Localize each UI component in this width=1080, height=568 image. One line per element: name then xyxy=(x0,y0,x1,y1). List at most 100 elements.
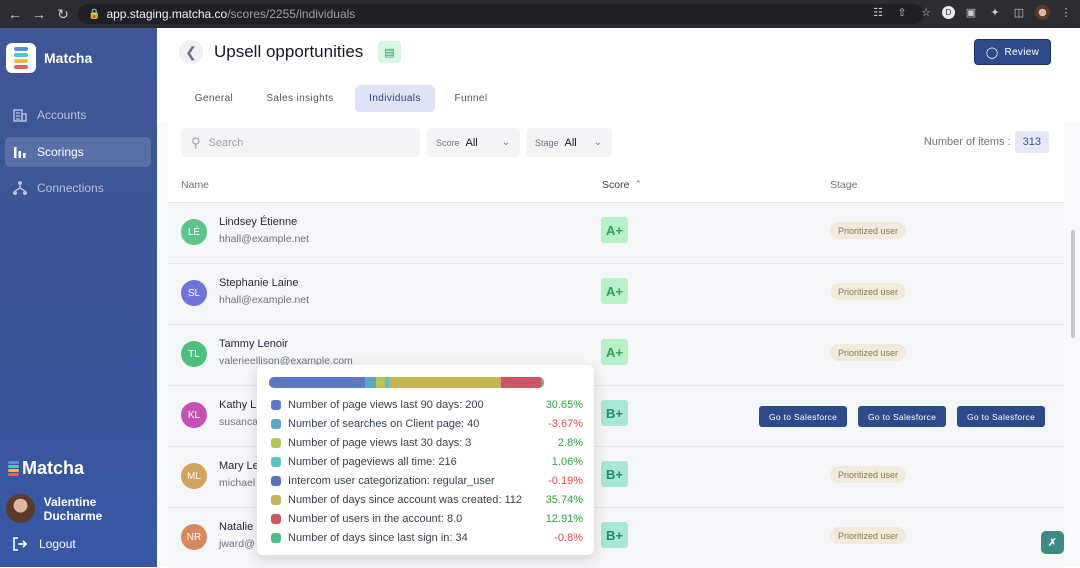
star-icon[interactable]: ☆ xyxy=(918,4,934,20)
page-title: Upsell opportunities xyxy=(214,42,364,61)
items-count-value: 313 xyxy=(1014,131,1049,153)
legend-swatch xyxy=(271,494,281,505)
feature-percentage: 2.8% xyxy=(557,436,583,449)
puzzle-icon[interactable]: ✦ xyxy=(987,4,1003,20)
avatar: ML xyxy=(181,463,207,489)
feature-contribution-item: Intercom user categorization: regular_us… xyxy=(271,471,583,490)
lock-icon: 🔒 xyxy=(88,8,101,20)
document-icon[interactable]: ▤ xyxy=(378,41,401,63)
bar-segment xyxy=(389,377,502,388)
scrollbar[interactable] xyxy=(1071,230,1075,338)
brand-logo: Matcha xyxy=(8,458,84,479)
tab-sales-insights[interactable]: Sales insights xyxy=(258,85,342,112)
translate-icon[interactable]: ☷ xyxy=(870,4,886,20)
camera-icon[interactable]: ▣ xyxy=(963,4,979,20)
menu-icon[interactable]: ⋮ xyxy=(1058,4,1074,20)
legend-swatch xyxy=(271,456,281,467)
table-row[interactable]: SL Stephanie Laine hhall@example.net A+ Prio… xyxy=(168,263,1064,324)
feature-percentage: -0.8% xyxy=(554,531,583,544)
legend-swatch xyxy=(271,513,281,524)
items-count-label: Number of items : xyxy=(923,136,1011,148)
avatar: NR xyxy=(181,524,207,550)
column-header-score[interactable]: Score ⌃ xyxy=(602,179,642,191)
sidebar-item-connections[interactable]: Connections xyxy=(5,173,151,203)
bar-chart-icon xyxy=(14,147,26,158)
legend-swatch xyxy=(271,532,281,543)
person-email: michael xyxy=(219,477,256,489)
legend-swatch xyxy=(271,437,281,448)
column-header-label: Score xyxy=(602,179,630,191)
stage-badge: Prioritized user xyxy=(830,344,907,361)
brand-name: Matcha xyxy=(22,458,85,478)
score-badge: B+ xyxy=(601,461,628,487)
stage-filter-label: Stage xyxy=(535,137,559,148)
sidebar-item-accounts[interactable]: Accounts xyxy=(5,100,151,130)
sidebar-item-scorings[interactable]: Scorings xyxy=(5,137,151,167)
score-filter-label: Score xyxy=(436,137,460,148)
app-logo xyxy=(6,43,36,73)
person-name: Kathy L xyxy=(219,399,257,411)
logout-label: Logout xyxy=(39,537,76,551)
feature-contribution-item: Number of searches on Client page: 40 -3.… xyxy=(271,414,583,433)
person-email: susanca xyxy=(219,416,259,428)
go-to-salesforce-button[interactable]: Go to Salesforce xyxy=(957,406,1046,427)
person-email: jward@ xyxy=(219,538,255,550)
column-header-stage[interactable]: Stage xyxy=(830,179,857,191)
feature-percentage: 1.06% xyxy=(551,455,583,468)
search-placeholder: Search xyxy=(208,136,244,149)
brand-mark-icon xyxy=(8,461,19,476)
column-header-name[interactable]: Name xyxy=(181,179,209,191)
forward-arrow-icon[interactable]: → xyxy=(27,0,51,28)
search-input[interactable]: ⚲ Search xyxy=(181,128,420,157)
link-icon: ◯ xyxy=(985,46,999,59)
bar-segment xyxy=(364,377,377,388)
tab-funnel[interactable]: Funnel xyxy=(447,85,495,112)
score-badge: A+ xyxy=(601,217,628,243)
chevron-down-icon: ⌄ xyxy=(593,137,602,148)
extension-icon[interactable]: D xyxy=(942,5,955,19)
items-count: Number of items : 313 xyxy=(924,131,1049,153)
back-button[interactable]: ❮ xyxy=(179,40,203,64)
logout-button[interactable]: Logout xyxy=(12,536,76,552)
person-name: Natalie xyxy=(219,521,254,533)
sidebar: Matcha Accounts Scorings Connections Mat… xyxy=(0,28,157,567)
back-arrow-icon[interactable]: ← xyxy=(3,0,27,28)
feature-contribution-item: Number of days since last sign in: 34 -0.… xyxy=(271,528,583,547)
person-email: hhall@example.net xyxy=(219,233,310,245)
score-badge: A+ xyxy=(601,339,628,365)
sidebar-toggle-icon[interactable]: ◫ xyxy=(1011,4,1027,20)
chevron-left-icon: ❮ xyxy=(185,43,197,60)
feature-percentage: -3.67% xyxy=(548,417,583,430)
feature-percentage: 12.91% xyxy=(545,512,583,525)
app-header[interactable]: Matcha xyxy=(6,43,92,73)
go-to-salesforce-button[interactable]: Go to Salesforce xyxy=(858,406,947,427)
avatar xyxy=(6,494,35,523)
score-badge: B+ xyxy=(601,400,628,426)
feature-percentage: 35.74% xyxy=(545,493,583,506)
feature-contribution-item: Number of page views last 90 days: 200 30… xyxy=(271,395,583,414)
sort-ascending-icon: ⌃ xyxy=(634,179,642,189)
stage-badge: Prioritized user xyxy=(830,283,907,300)
stage-filter[interactable]: Stage All ⌄ xyxy=(526,128,612,157)
share-icon[interactable]: ⇧ xyxy=(894,4,910,20)
address-bar[interactable]: 🔒 app.staging.matcha.co/scores/2255/indi… xyxy=(78,4,924,24)
person-name: Stephanie Laine xyxy=(219,277,299,289)
tab-individuals[interactable]: Individuals xyxy=(355,85,435,112)
person-name: Lindsey Étienne xyxy=(219,216,298,228)
table-row[interactable]: LÉ Lindsey Étienne hhall@example.net A+ Prio… xyxy=(168,202,1064,263)
score-filter[interactable]: Score All ⌄ xyxy=(427,128,520,157)
sidebar-item-label: Accounts xyxy=(37,108,87,122)
feature-label: Number of users in the account: 8.0 xyxy=(288,512,463,525)
user-profile[interactable]: Valentine Ducharme xyxy=(6,494,157,523)
tab-general[interactable]: General xyxy=(183,85,245,112)
feature-contribution-item: Number of days since account was created… xyxy=(271,490,583,509)
reload-icon[interactable]: ↻ xyxy=(51,0,75,28)
review-button[interactable]: ◯ Review xyxy=(974,39,1051,65)
profile-avatar[interactable] xyxy=(1035,4,1050,20)
person-email: hhall@example.net xyxy=(219,294,310,306)
avatar: SL xyxy=(181,280,207,306)
chevron-down-icon: ⌄ xyxy=(501,137,510,148)
help-tools-button[interactable]: ✗ xyxy=(1041,531,1064,554)
network-icon xyxy=(13,181,27,195)
go-to-salesforce-button[interactable]: Go to Salesforce xyxy=(759,406,848,427)
